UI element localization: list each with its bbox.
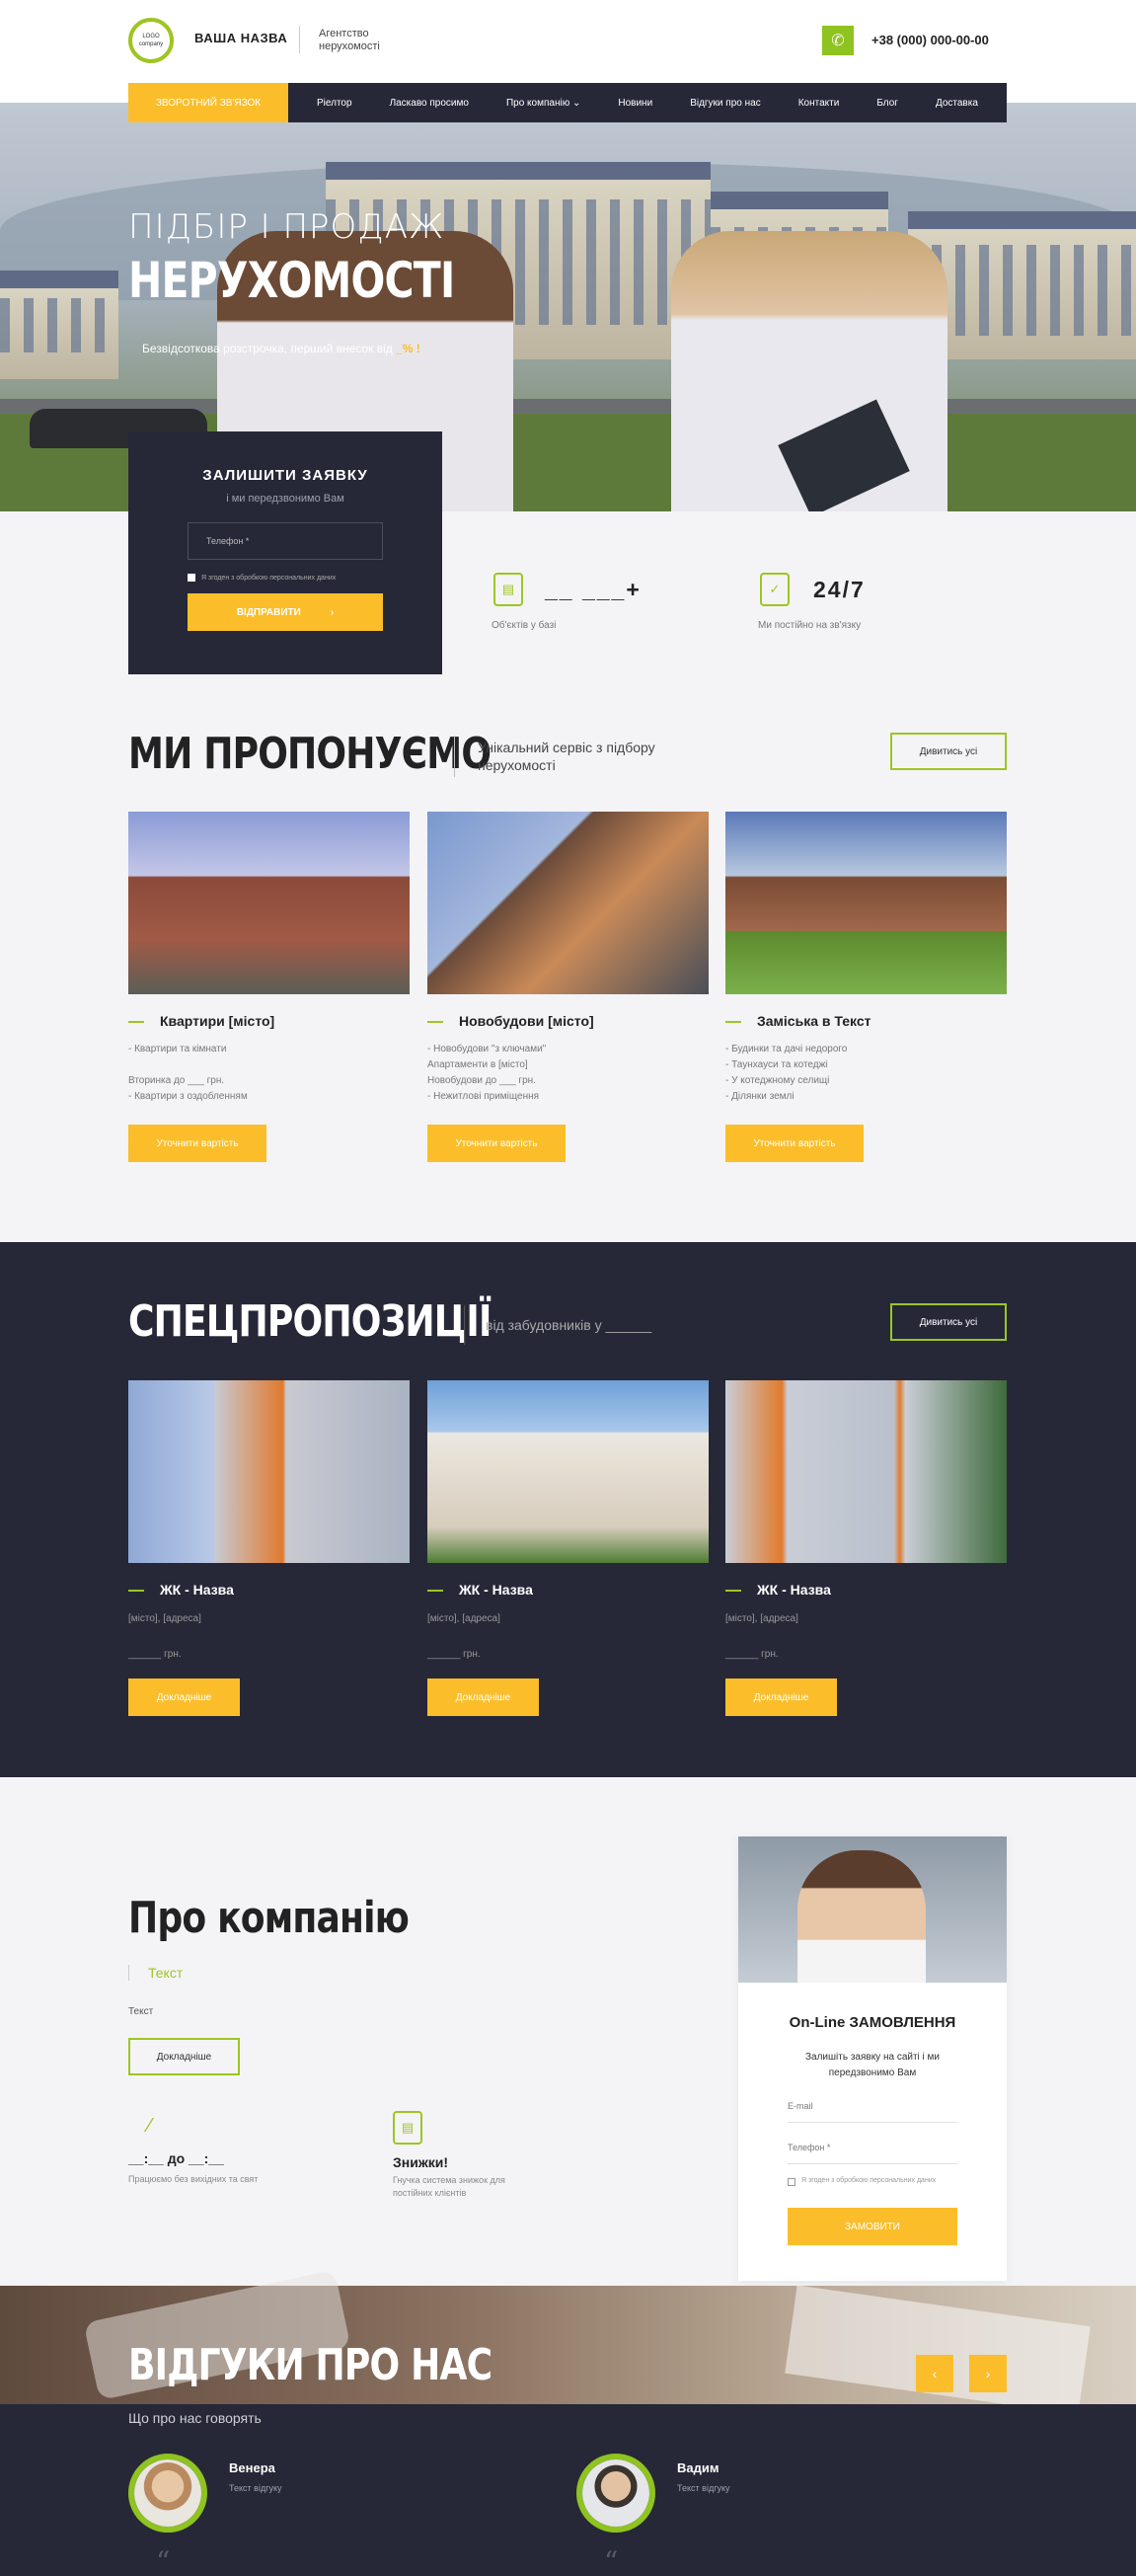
hero-subtitle: ПІДБІР І ПРОДАЖ <box>128 207 445 247</box>
hero-title: НЕРУХОМОСТІ <box>128 252 455 309</box>
chevron-left-icon[interactable]: ‹ <box>916 2355 953 2392</box>
card-image[interactable] <box>427 812 709 994</box>
consent-checkbox[interactable]: Я згоден з обробкою персональних даних <box>788 2176 957 2186</box>
reviewer-name: Вадим <box>677 2460 719 2475</box>
tagline: Агентство нерухомості <box>319 28 380 52</box>
submit-button[interactable]: ВІДПРАВИТИ › <box>188 593 383 631</box>
header-divider <box>299 26 300 53</box>
brand-name: ВАША НАЗВА <box>194 31 288 45</box>
card-image[interactable] <box>128 1380 410 1563</box>
card-title[interactable]: ЖК - Назва <box>160 1582 234 1598</box>
online-subtitle: Залишіть заявку на сайті і ми передзвони… <box>804 2052 941 2078</box>
feature-title: Знижки! <box>393 2154 449 2170</box>
nav-item[interactable]: Контакти <box>798 98 840 109</box>
online-title: On-Line ЗАМОВЛЕННЯ <box>789 2014 956 2031</box>
stat-value: __ ___+ <box>545 577 642 602</box>
reviewer-name: Венера <box>229 2460 275 2475</box>
specials-title: СПЕЦПРОПОЗИЦІЇ <box>128 1296 492 1347</box>
nav-item[interactable]: Блог <box>876 98 898 109</box>
nav-item[interactable]: Про компанію ⌄ <box>506 98 580 109</box>
checkbox-icon[interactable] <box>788 2178 795 2186</box>
review-text: Текст відгуку <box>677 2483 730 2493</box>
feature-title: __:__ до __:__ <box>128 2150 224 2166</box>
details-button[interactable]: Докладніше <box>427 1678 539 1716</box>
card-price: ______ грн. <box>725 1649 779 1660</box>
price-button[interactable]: Уточнити вартість <box>128 1125 266 1162</box>
consent-checkbox[interactable]: Я згоден з обробкою персональних даних <box>188 574 336 582</box>
clipboard-icon: ✓ <box>760 573 790 606</box>
chevron-right-icon[interactable]: › <box>969 2355 1007 2392</box>
email-input[interactable]: E-mail <box>788 2095 957 2123</box>
about-text: Текст <box>128 2006 154 2017</box>
phone-input[interactable]: Телефон * <box>188 522 383 560</box>
details-button[interactable]: Докладніше <box>128 1678 240 1716</box>
phone-input[interactable]: Телефон * <box>788 2137 957 2164</box>
form-subtitle: і ми передзвонимо Вам <box>226 493 344 505</box>
stat-value: 24/7 <box>813 577 866 602</box>
request-form: ЗАЛИШИТИ ЗАЯВКУ і ми передзвонимо Вам Те… <box>128 431 442 674</box>
main-nav: Ріелтор Ласкаво просимо Про компанію ⌄ Н… <box>288 83 1007 122</box>
card-list: - Будинки та дачі недорого - Таунхауси т… <box>725 1044 848 1102</box>
operator-image <box>738 1836 1007 1983</box>
review-text: Текст відгуку <box>229 2483 282 2493</box>
form-title: ЗАЛИШИТИ ЗАЯВКУ <box>202 467 368 484</box>
building-image <box>0 271 118 379</box>
stat-label: Ми постійно на зв'язку <box>758 620 862 631</box>
view-all-button[interactable]: Дивитись усі <box>890 733 1007 770</box>
details-button[interactable]: Докладніше <box>128 2038 240 2075</box>
card-image[interactable] <box>128 812 410 994</box>
phone-number[interactable]: +38 (000) 000-00-00 <box>871 33 989 47</box>
clock-icon: ⁄ <box>148 2115 152 2137</box>
avatar <box>128 2454 207 2533</box>
reviews-title: ВІДГУКИ ПРО НАС <box>128 2340 492 2390</box>
card-address: [місто], [адреса] <box>427 1613 500 1624</box>
nav-item[interactable]: Новини <box>618 98 652 109</box>
card-title[interactable]: ЖК - Назва <box>459 1582 533 1598</box>
quote-icon: “ <box>156 2545 171 2576</box>
nav-item[interactable]: Ріелтор <box>317 98 352 109</box>
checkbox-icon[interactable] <box>188 574 195 582</box>
details-button[interactable]: Докладніше <box>725 1678 837 1716</box>
card-image[interactable] <box>725 1380 1007 1563</box>
card-price: ______ грн. <box>128 1649 182 1660</box>
card-image[interactable] <box>427 1380 709 1563</box>
hero-note: Безвідсоткова розстрочка, перший внесок … <box>142 342 420 355</box>
card-list: - Квартири та кімнати Вторинка до ___ гр… <box>128 1044 248 1102</box>
offers-subtitle: Унікальний сервіс з підбору нерухомості <box>478 740 655 773</box>
card-price: ______ грн. <box>427 1649 481 1660</box>
feature-text: Гнучка система знижок для постійних кліє… <box>393 2175 505 2198</box>
offers-title: МИ ПРОПОНУЄМО <box>128 729 492 779</box>
avatar <box>576 2454 655 2533</box>
stat-label: Об'єктів у базі <box>492 620 557 631</box>
card-address: [місто], [адреса] <box>725 1613 798 1624</box>
price-button[interactable]: Уточнити вартість <box>725 1125 864 1162</box>
quote-icon: “ <box>604 2545 619 2576</box>
logo-text: LOGO <box>142 34 160 39</box>
card-address: [місто], [адреса] <box>128 1613 201 1624</box>
card-title[interactable]: Заміська в Текст <box>757 1013 871 1029</box>
price-button[interactable]: Уточнити вартість <box>427 1125 566 1162</box>
card-image[interactable] <box>725 812 1007 994</box>
nav-item[interactable]: Доставка <box>936 98 978 109</box>
nav-item[interactable]: Відгуки про нас <box>690 98 761 109</box>
specials-subtitle: від забудовників у ______ <box>486 1317 652 1333</box>
feature-text: Працюємо без вихідних та свят <box>128 2174 259 2184</box>
about-accent: Текст <box>148 1965 184 1981</box>
card-title[interactable]: Новобудови [місто] <box>459 1013 594 1029</box>
discount-icon: ▤ <box>393 2111 422 2145</box>
card-list: - Новобудови "з ключами" Апартаменти в [… <box>427 1044 547 1102</box>
logo[interactable]: LOGO company <box>128 18 174 63</box>
callback-button[interactable]: ЗВОРОТНИЙ ЗВ'ЯЗОК <box>128 83 288 122</box>
order-button[interactable]: ЗАМОВИТИ <box>788 2208 957 2245</box>
view-all-button[interactable]: Дивитись усі <box>890 1303 1007 1341</box>
phone-icon[interactable]: ✆ <box>822 26 854 55</box>
card-title[interactable]: Квартири [місто] <box>160 1013 274 1029</box>
about-title: Про компанію <box>128 1893 410 1943</box>
nav-item[interactable]: Ласкаво просимо <box>390 98 469 109</box>
logo-subtext: company <box>138 41 164 47</box>
card-title[interactable]: ЖК - Назва <box>757 1582 831 1598</box>
reviews-subtitle: Що про нас говорять <box>128 2410 262 2426</box>
building-doc-icon: ▤ <box>493 573 523 606</box>
arrow-right-icon: › <box>330 606 335 618</box>
